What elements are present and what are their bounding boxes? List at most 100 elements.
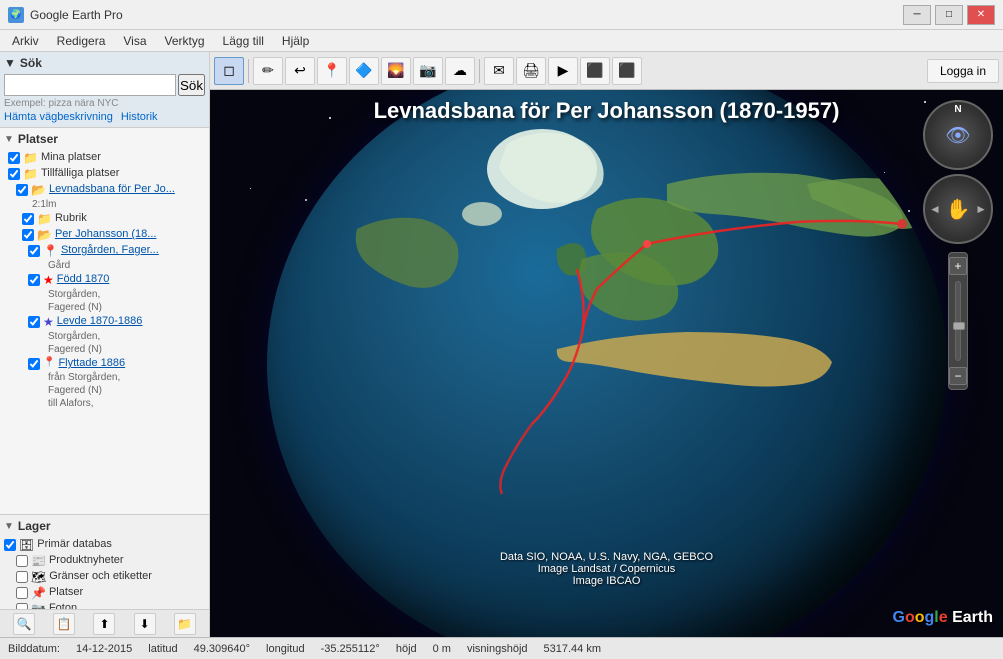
levde-label[interactable]: Levde 1870-1886 <box>57 315 143 327</box>
layers-header[interactable]: ▼ Lager <box>4 519 205 533</box>
zoom-handle[interactable] <box>953 322 965 330</box>
per-folder-label[interactable]: Per Johansson (18... <box>55 228 157 240</box>
flyttade-label[interactable]: Flyttade 1886 <box>58 357 125 369</box>
tilt-left-icon[interactable]: ◄ <box>929 202 941 216</box>
date-value: 14-12-2015 <box>76 643 132 655</box>
zoom-control[interactable]: + − <box>948 252 968 390</box>
toolbar-email-button[interactable]: ✉ <box>484 57 514 85</box>
menu-redigera[interactable]: Redigera <box>49 32 114 50</box>
move-up-button[interactable]: ⬆ <box>93 613 115 635</box>
menu-hjalp[interactable]: Hjälp <box>274 32 317 50</box>
toolbar-image-button[interactable]: 🌄 <box>381 57 411 85</box>
lon-label: longitud <box>266 643 305 655</box>
products-checkbox[interactable] <box>16 555 28 567</box>
layers-label: Lager <box>18 519 51 533</box>
levde-checkbox[interactable] <box>28 316 40 328</box>
borders-checkbox[interactable] <box>16 571 28 583</box>
lat-value: 49.309640° <box>194 643 250 655</box>
list-item: 📂 Per Johansson (18... <box>4 227 205 243</box>
sidebar-bottom-toolbar: 🔍 📋 ⬆ ⬇ 📁 <box>0 609 210 637</box>
search-input[interactable] <box>4 74 176 96</box>
per-folder-checkbox[interactable] <box>22 229 34 241</box>
zoom-out-button[interactable]: − <box>949 367 967 385</box>
storgarden-label[interactable]: Storgården, Fager... <box>61 244 159 256</box>
logo-e: e <box>939 609 948 626</box>
levnadsbana-label[interactable]: Levnadsbana för Per Jo... <box>49 183 175 195</box>
fod-label[interactable]: Född 1870 <box>57 273 110 285</box>
list-item: 📁 Rubrik <box>4 211 205 227</box>
view-value: 5317.44 km <box>544 643 601 655</box>
toolbar-nav-button[interactable]: ◻ <box>214 57 244 85</box>
credits-line1: Data SIO, NOAA, U.S. Navy, NGA, GEBCO <box>500 551 713 563</box>
toolbar-pin-button[interactable]: 📍 <box>317 57 347 85</box>
fod-checkbox[interactable] <box>28 274 40 286</box>
temp-places-checkbox[interactable] <box>8 168 20 180</box>
places-section: ▼ Platser 📁 Mina platser 📁 Tillfälliga p… <box>0 128 209 514</box>
menu-arkiv[interactable]: Arkiv <box>4 32 47 50</box>
search-button[interactable]: Sök <box>178 74 205 96</box>
login-button[interactable]: Logga in <box>927 59 999 83</box>
menu-verktyg[interactable]: Verktyg <box>157 32 213 50</box>
toolbar-camera-button[interactable]: 📷 <box>413 57 443 85</box>
primary-db-label: Primär databas <box>37 538 112 550</box>
star-blue-icon: ★ <box>43 315 54 329</box>
tilt-right-icon[interactable]: ► <box>975 202 987 216</box>
minimize-button[interactable]: ─ <box>903 5 931 25</box>
move-down-button[interactable]: ⬇ <box>134 613 156 635</box>
maximize-button[interactable]: □ <box>935 5 963 25</box>
flyttade-sub3: till Alafors, <box>4 397 205 410</box>
flyttade-sub2: Fagered (N) <box>4 384 205 397</box>
temp-places-label[interactable]: Tillfälliga platser <box>41 167 119 179</box>
credits-line2: Image Landsat / Copernicus <box>500 563 713 575</box>
toolbar-cloud-button[interactable]: ☁ <box>445 57 475 85</box>
platser-checkbox[interactable] <box>16 587 28 599</box>
my-places-checkbox[interactable] <box>8 152 20 164</box>
menu-bar: Arkiv Redigera Visa Verktyg Lägg till Hj… <box>0 30 1003 52</box>
levnadsbana-checkbox[interactable] <box>16 184 28 196</box>
toolbar-btn1[interactable]: ⬛ <box>580 57 610 85</box>
list-item: ★ Född 1870 <box>4 272 205 288</box>
zoom-in-button[interactable]: + <box>949 257 967 275</box>
logo-g2: g <box>925 609 935 626</box>
storgarden-checkbox[interactable] <box>28 245 40 257</box>
primary-db-checkbox[interactable] <box>4 539 16 551</box>
search-hint: Exempel: pizza nära NYC <box>4 98 205 109</box>
view-label: visningshöjd <box>467 643 528 655</box>
rubrik-checkbox[interactable] <box>22 213 34 225</box>
map-credits: Data SIO, NOAA, U.S. Navy, NGA, GEBCO Im… <box>500 551 713 587</box>
toolbar-btn2[interactable]: ⬛ <box>612 57 642 85</box>
menu-lagg-till[interactable]: Lägg till <box>215 32 272 50</box>
toolbar-undo-button[interactable]: ↩ <box>285 57 315 85</box>
folder-open-icon: 📂 <box>37 228 52 242</box>
menu-visa[interactable]: Visa <box>115 32 154 50</box>
list-item: 📍 Storgården, Fager... <box>4 243 205 259</box>
toolbar-draw-button[interactable]: ✏ <box>253 57 283 85</box>
navigation-compass[interactable]: N 👁 ◄ ✋ ► + − <box>923 100 993 390</box>
list-item: 📁 Tillfälliga platser <box>4 166 205 182</box>
close-button[interactable]: ✕ <box>967 5 995 25</box>
rubrik-label[interactable]: Rubrik <box>55 212 87 224</box>
levde-sub2: Fagered (N) <box>4 343 205 356</box>
tilt-control[interactable]: ◄ ✋ ► <box>923 174 993 244</box>
toolbar-play-button[interactable]: ▶ <box>548 57 578 85</box>
map-area[interactable]: Levnadsbana för Per Johansson (1870-1957… <box>210 90 1003 637</box>
compass-ring[interactable]: N 👁 <box>923 100 993 170</box>
fod-sub1: Storgården, <box>4 288 205 301</box>
directions-link[interactable]: Hämta vägbeskrivning <box>4 111 113 123</box>
folder-button[interactable]: 📁 <box>174 613 196 635</box>
toolbar-print-button[interactable]: 🖨 <box>516 57 546 85</box>
search-label: Sök <box>20 56 42 70</box>
flyttade-checkbox[interactable] <box>28 358 40 370</box>
window-controls[interactable]: ─ □ ✕ <box>903 5 995 25</box>
hand-icon: ✋ <box>946 197 971 222</box>
pin-icon: 📍 <box>43 244 58 258</box>
history-link[interactable]: Historik <box>121 111 158 123</box>
my-places-label[interactable]: Mina platser <box>41 151 101 163</box>
zoom-slider[interactable] <box>955 281 961 361</box>
levde-sub1: Storgården, <box>4 330 205 343</box>
search-places-button[interactable]: 🔍 <box>13 613 35 635</box>
places-header[interactable]: ▼ Platser <box>4 132 205 146</box>
clipboard-button[interactable]: 📋 <box>53 613 75 635</box>
toolbar-polygon-button[interactable]: 🔷 <box>349 57 379 85</box>
list-item: 📂 Levnadsbana för Per Jo... <box>4 182 205 198</box>
